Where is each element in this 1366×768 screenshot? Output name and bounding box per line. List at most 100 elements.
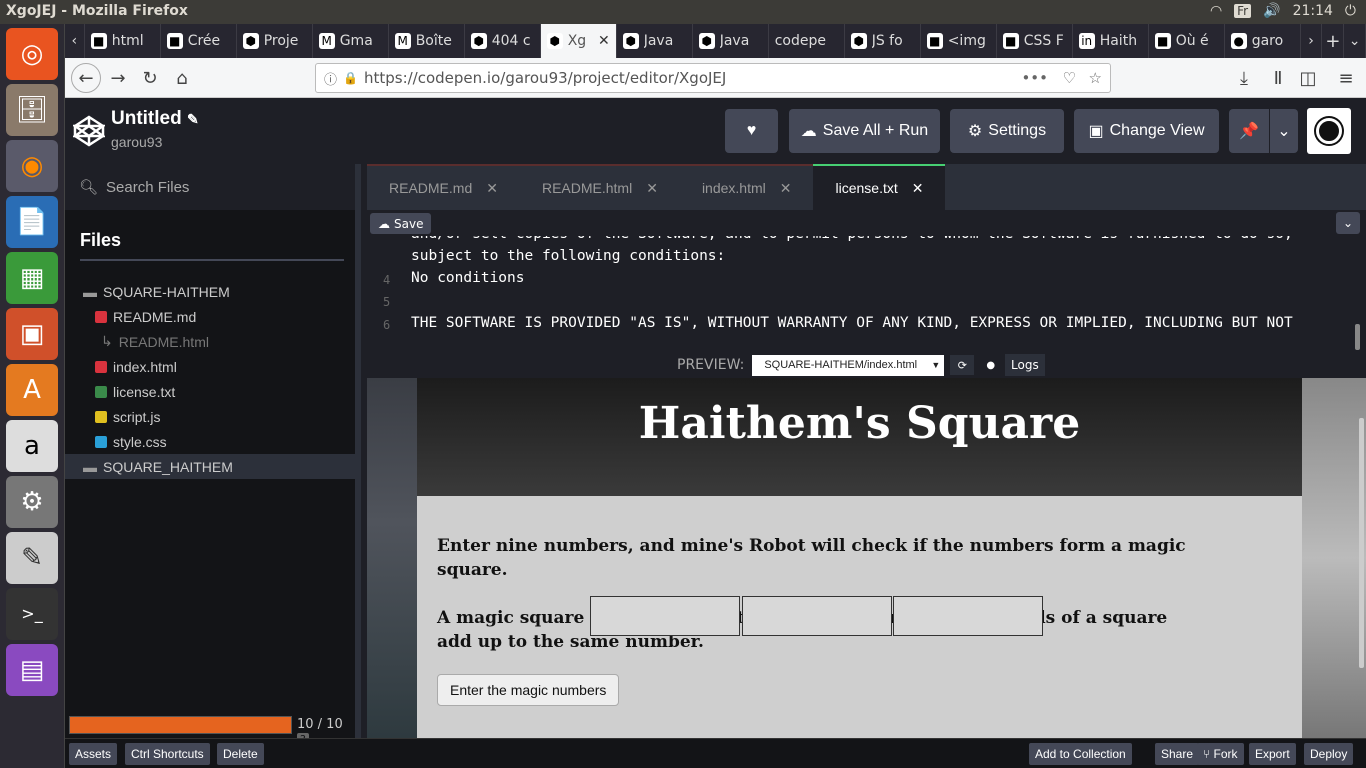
folder-item[interactable]: ▬ SQUARE-HAITHEM [65, 279, 355, 304]
text-editor-icon[interactable]: ✎ [6, 532, 58, 584]
keyboard-layout[interactable]: Fr [1234, 4, 1252, 18]
folder-item[interactable]: ▬ SQUARE_HAITHEM [65, 454, 355, 479]
volume-icon[interactable]: 🔊 [1263, 3, 1280, 19]
files-icon[interactable]: 🗄 [6, 84, 58, 136]
downloads-icon[interactable]: ⤓ [1229, 64, 1259, 92]
forward-button[interactable]: → [103, 64, 133, 92]
browser-tab[interactable]: ■ <img [921, 24, 997, 58]
deploy-button[interactable]: Deploy [1304, 743, 1354, 765]
sidebar-icon[interactable]: ◫ [1293, 64, 1323, 92]
pin-dropdown-button[interactable]: ⌄ [1270, 109, 1298, 153]
close-tab-icon[interactable]: ✕ [598, 33, 610, 49]
assets-button[interactable]: Assets [69, 743, 118, 765]
browser-tab[interactable]: ■ CSS F [997, 24, 1073, 58]
delete-button[interactable]: Delete [217, 743, 264, 765]
editor-save-button[interactable]: ☁ Save [370, 213, 432, 234]
avatar[interactable] [1307, 108, 1351, 154]
calc-icon[interactable]: ▦ [6, 252, 58, 304]
browser-tab[interactable]: ⬢ Proje [237, 24, 313, 58]
ubuntu-icon[interactable]: ◎ [6, 28, 58, 80]
back-button[interactable]: ← [71, 63, 101, 93]
grid-cell[interactable] [590, 596, 740, 636]
page-actions-icon[interactable]: ••• [1021, 69, 1048, 87]
editor-collapse-button[interactable]: ⌄ [1336, 212, 1360, 234]
codepen-logo-icon[interactable] [73, 115, 105, 147]
add-to-collection-button[interactable]: Add to Collection [1029, 743, 1132, 765]
file-item[interactable]: style.css [65, 429, 355, 454]
preview-scrollbar[interactable] [1359, 418, 1364, 668]
fork-button[interactable]: ⑂ Fork [1197, 743, 1244, 765]
logs-button[interactable]: Logs [1005, 354, 1045, 376]
software-icon[interactable]: A [6, 364, 58, 416]
tabs-scroll-right-button[interactable]: › [1301, 24, 1323, 58]
refresh-preview-button[interactable]: ⟳ [950, 355, 975, 375]
browser-tab[interactable]: in Haith [1073, 24, 1149, 58]
browser-tab[interactable]: M Boîte [389, 24, 465, 58]
close-tab-icon[interactable]: ✕ [646, 180, 658, 197]
browser-tab[interactable]: ⬢ JS fo [845, 24, 921, 58]
file-item[interactable]: index.html [65, 354, 355, 379]
pin-button[interactable]: 📌 [1229, 109, 1269, 153]
save-all-run-button[interactable]: ☁ Save All + Run [789, 109, 940, 153]
project-owner[interactable]: garou93 [111, 134, 162, 150]
file-item[interactable]: ↳ README.html [65, 329, 355, 354]
browser-tab[interactable]: ⬢ Java [693, 24, 769, 58]
browser-tab[interactable]: codepe [769, 24, 845, 58]
browser-tab[interactable]: ■ html [85, 24, 161, 58]
info-icon[interactable]: ⓘ [324, 69, 337, 88]
preview-file-select[interactable]: SQUARE-HAITHEM/index.html ▼ [752, 354, 945, 376]
browser-tab[interactable]: ⬢ Xg ✕ [540, 24, 617, 58]
browser-tab[interactable]: M Gma [313, 24, 389, 58]
grid-cell[interactable] [742, 596, 892, 636]
browser-tab[interactable]: ⬢ Java [617, 24, 693, 58]
editor-tab[interactable]: license.txt ✕ [813, 164, 946, 210]
browser-tab[interactable]: ■ Crée [161, 24, 237, 58]
file-item[interactable]: README.md [65, 304, 355, 329]
reload-button[interactable]: ↻ [135, 64, 165, 92]
editor-tab[interactable]: README.html ✕ [519, 164, 680, 210]
stack-icon[interactable]: ▤ [6, 644, 58, 696]
new-tab-button[interactable]: + [1322, 24, 1345, 58]
file-item[interactable]: script.js [65, 404, 355, 429]
pocket-icon[interactable]: ♡ [1063, 69, 1076, 87]
settings-icon[interactable]: ⚙ [6, 476, 58, 528]
clock[interactable]: 21:14 [1293, 3, 1333, 19]
grid-cell[interactable] [893, 596, 1043, 636]
search-files-input[interactable]: 🔍︎ Search Files [65, 164, 355, 210]
edit-pencil-icon[interactable]: ✎ [187, 111, 199, 127]
editor-tab[interactable]: README.md ✕ [367, 164, 520, 210]
change-view-button[interactable]: ▣ Change View [1074, 109, 1219, 153]
wifi-icon[interactable]: ◠ [1210, 3, 1222, 19]
code-line: subject to the following conditions: [411, 248, 726, 264]
firefox-icon[interactable]: ◉ [6, 140, 58, 192]
editor-tab[interactable]: index.html ✕ [679, 164, 814, 210]
browser-tab[interactable]: ● garo [1225, 24, 1301, 58]
browser-tab[interactable]: ■ Où é [1149, 24, 1225, 58]
library-icon[interactable]: Ⅱ [1263, 64, 1293, 92]
ctrl-shortcuts-button[interactable]: Ctrl Shortcuts [125, 743, 210, 765]
hamburger-menu-icon[interactable]: ≡ [1331, 64, 1361, 92]
terminal-icon[interactable]: >_ [6, 588, 58, 640]
url-bar[interactable]: ⓘ 🔒 https://codepen.io/garou93/project/e… [315, 63, 1111, 93]
enter-magic-numbers-button[interactable]: Enter the magic numbers [437, 674, 620, 706]
writer-icon[interactable]: 📄 [6, 196, 58, 248]
share-button[interactable]: Share [1155, 743, 1200, 765]
settings-button[interactable]: ⚙ Settings [950, 109, 1064, 153]
bookmark-star-icon[interactable]: ☆ [1089, 69, 1102, 87]
close-tab-icon[interactable]: ✕ [780, 180, 792, 197]
code-area[interactable]: and/or sell copies of the Software, and … [367, 236, 1366, 352]
tab-list-menu-icon[interactable]: ⌄ [1344, 24, 1366, 58]
heart-button[interactable]: ♥ [725, 109, 778, 153]
browser-tab[interactable]: ⬢ 404 c [465, 24, 541, 58]
close-tab-icon[interactable]: ✕ [486, 180, 498, 197]
close-tab-icon[interactable]: ✕ [912, 180, 924, 197]
tabs-scroll-left-button[interactable]: ‹ [65, 24, 85, 58]
impress-icon[interactable]: ▣ [6, 308, 58, 360]
file-item[interactable]: license.txt [65, 379, 355, 404]
project-title[interactable]: Untitled ✎ [111, 108, 199, 130]
editor-scrollbar[interactable] [1355, 324, 1360, 350]
amazon-icon[interactable]: a [6, 420, 58, 472]
export-button[interactable]: Export [1249, 743, 1296, 765]
home-button[interactable]: ⌂ [167, 64, 197, 92]
power-icon[interactable]: ⏻ [1345, 3, 1356, 19]
